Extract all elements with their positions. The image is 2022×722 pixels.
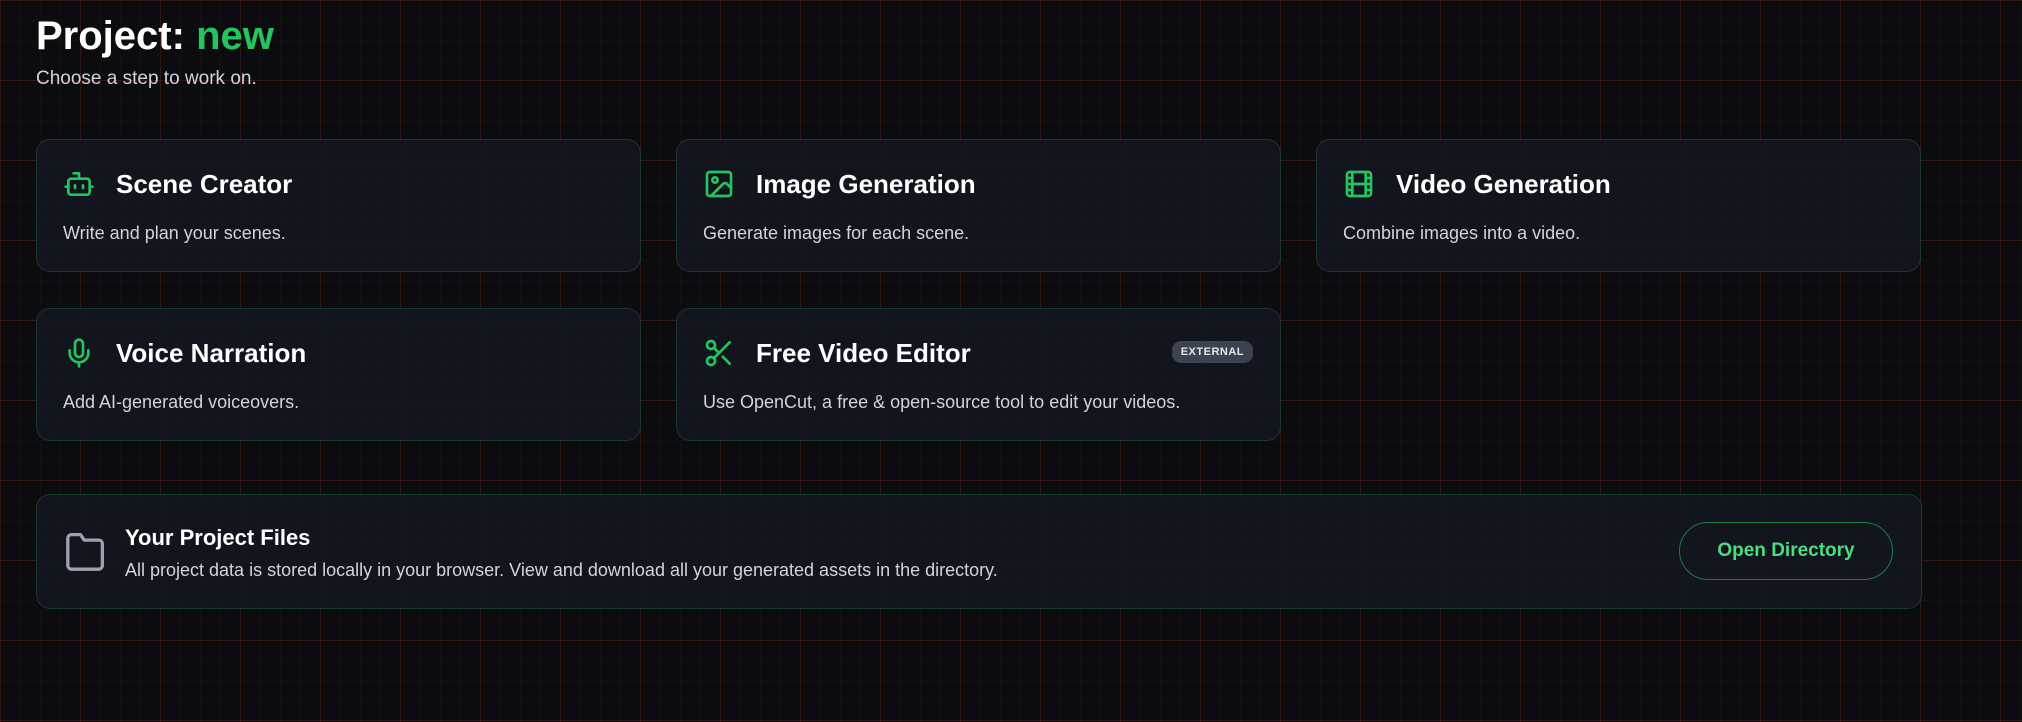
film-icon — [1343, 168, 1375, 200]
open-directory-button[interactable]: Open Directory — [1679, 522, 1893, 580]
card-scene-creator[interactable]: Scene Creator Write and plan your scenes… — [36, 139, 641, 272]
external-badge: EXTERNAL — [1171, 341, 1253, 363]
title-prefix: Project: — [36, 14, 185, 58]
page-title: Project: new — [36, 10, 274, 62]
project-name: new — [196, 14, 274, 58]
image-icon — [703, 168, 735, 200]
card-title: Video Generation — [1396, 169, 1611, 199]
card-voice-narration[interactable]: Voice Narration Add AI-generated voiceov… — [36, 308, 641, 441]
card-free-video-editor[interactable]: Free Video Editor EXTERNAL Use OpenCut, … — [676, 308, 1281, 441]
card-description: Add AI-generated voiceovers. — [63, 392, 300, 412]
card-description: Write and plan your scenes. — [63, 223, 286, 243]
page-header: Project: new Choose a step to work on. — [36, 10, 274, 90]
card-description: Generate images for each scene. — [703, 223, 970, 243]
project-files-panel: Your Project Files All project data is s… — [36, 494, 1922, 609]
scissors-icon — [703, 337, 735, 369]
card-title: Scene Creator — [116, 169, 293, 199]
card-title: Image Generation — [756, 169, 976, 199]
card-video-generation[interactable]: Video Generation Combine images into a v… — [1316, 139, 1921, 272]
card-image-generation[interactable]: Image Generation Generate images for eac… — [676, 139, 1281, 272]
folder-icon — [64, 531, 108, 571]
card-description: Combine images into a video. — [1343, 223, 1581, 243]
robot-icon — [63, 168, 95, 200]
project-files-title: Your Project Files — [125, 525, 311, 550]
microphone-icon — [63, 337, 95, 369]
card-title: Free Video Editor — [756, 338, 971, 368]
page-subtitle: Choose a step to work on. — [36, 68, 257, 89]
project-files-description: All project data is stored locally in yo… — [125, 560, 998, 580]
card-title: Voice Narration — [116, 338, 307, 368]
card-description: Use OpenCut, a free & open-source tool t… — [703, 392, 1181, 412]
